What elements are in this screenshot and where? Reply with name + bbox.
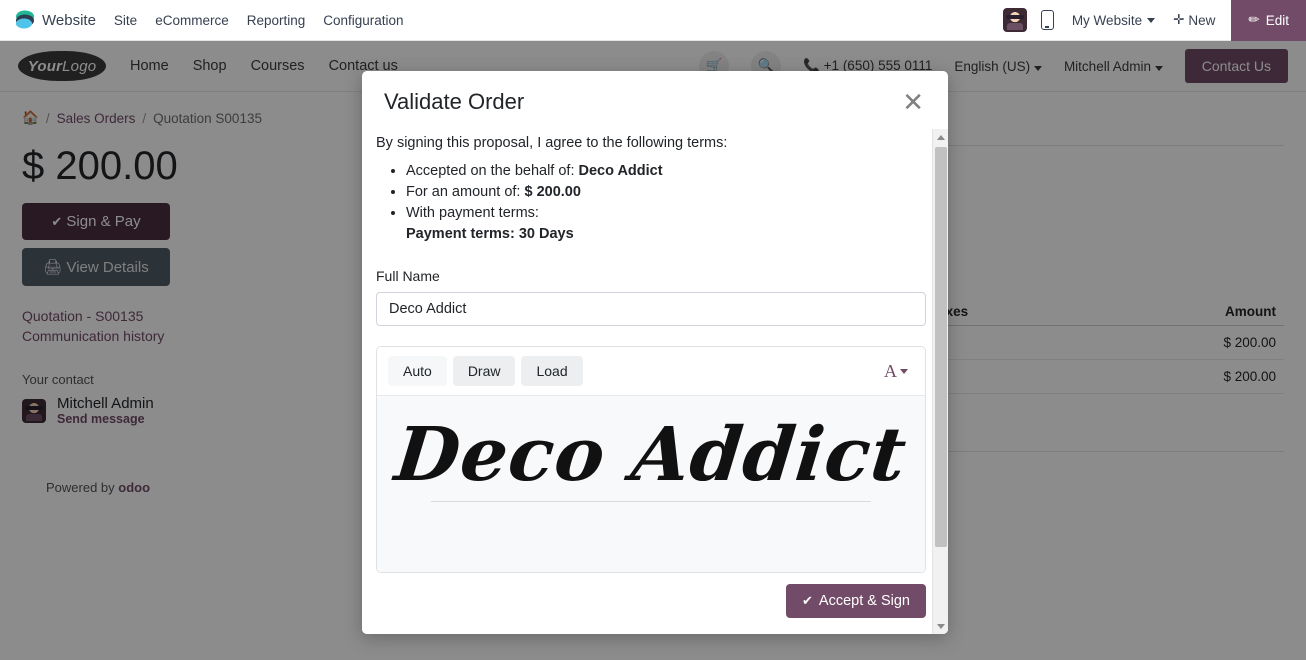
signature-widget: Auto Draw Load A Deco Addict <box>376 346 926 573</box>
close-icon[interactable]: ✕ <box>900 89 926 115</box>
odoo-logo-icon[interactable] <box>8 0 42 41</box>
signature-guideline <box>431 501 871 502</box>
chevron-down-icon <box>1147 17 1156 23</box>
term-text: Accepted on the behalf of: <box>406 163 579 179</box>
signature-tabs: Auto Draw Load A <box>377 347 925 396</box>
font-style-icon[interactable]: A <box>884 361 914 382</box>
pencil-icon: ✏ <box>1248 12 1260 27</box>
tab-draw[interactable]: Draw <box>452 356 516 386</box>
odoo-bar-right: My Website ✛ New ✏ Edit <box>1002 0 1306 41</box>
menu-item-site[interactable]: Site <box>114 13 137 28</box>
list-item: For an amount of: $ 200.00 <box>406 184 926 200</box>
app-brand-name[interactable]: Website <box>42 12 96 29</box>
new-button-label: New <box>1188 12 1216 28</box>
term-value: Deco Addict <box>578 163 663 179</box>
check-icon: ✔ <box>802 593 813 608</box>
full-name-input[interactable] <box>376 292 926 326</box>
terms-list: Accepted on the behalf of: Deco Addict F… <box>376 163 926 221</box>
edit-button[interactable]: ✏ Edit <box>1231 0 1306 41</box>
modal-scrollbar[interactable] <box>932 129 948 634</box>
payment-terms-detail: Payment terms: 30 Days <box>406 226 574 242</box>
tab-auto[interactable]: Auto <box>388 356 447 386</box>
website-selector[interactable]: My Website <box>1071 12 1156 28</box>
accept-and-sign-button[interactable]: ✔ Accept & Sign <box>786 584 926 618</box>
website-selector-label: My Website <box>1071 12 1143 28</box>
list-item: Accepted on the behalf of: Deco Addict <box>406 163 926 179</box>
full-name-label: Full Name <box>376 268 440 284</box>
signature-canvas[interactable]: Deco Addict <box>377 396 925 572</box>
modal-body: By signing this proposal, I agree to the… <box>362 121 948 574</box>
mobile-preview-icon[interactable] <box>1040 10 1054 30</box>
user-avatar[interactable] <box>1002 8 1027 32</box>
modal-title: Validate Order <box>384 89 525 114</box>
plus-icon: ✛ <box>1173 12 1185 27</box>
scroll-up-arrow[interactable] <box>933 129 948 145</box>
edit-button-label: Edit <box>1265 12 1289 28</box>
term-text: For an amount of: <box>406 184 525 200</box>
term-value: $ 200.00 <box>524 184 581 200</box>
signature-preview-text: Deco Addict <box>391 412 911 498</box>
chevron-down-icon <box>900 368 908 374</box>
validate-order-modal: Validate Order ✕ By signing this proposa… <box>362 71 948 634</box>
accept-and-sign-label: Accept & Sign <box>818 593 910 609</box>
modal-intro-text: By signing this proposal, I agree to the… <box>376 135 728 151</box>
odoo-system-bar: Website Site eCommerce Reporting Configu… <box>0 0 1306 41</box>
modal-footer: ✔ Accept & Sign <box>362 574 948 634</box>
scroll-down-arrow[interactable] <box>933 618 948 634</box>
menu-item-reporting[interactable]: Reporting <box>247 13 306 28</box>
scrollbar-thumb[interactable] <box>935 147 947 547</box>
odoo-menu: Site eCommerce Reporting Configuration <box>114 13 404 28</box>
term-text: With payment terms: <box>406 205 539 221</box>
menu-item-ecommerce[interactable]: eCommerce <box>155 13 229 28</box>
menu-item-configuration[interactable]: Configuration <box>323 13 403 28</box>
tab-load[interactable]: Load <box>521 356 583 386</box>
new-button[interactable]: ✛ New <box>1173 12 1215 28</box>
modal-header: Validate Order ✕ <box>362 71 948 121</box>
list-item: With payment terms: <box>406 205 926 221</box>
